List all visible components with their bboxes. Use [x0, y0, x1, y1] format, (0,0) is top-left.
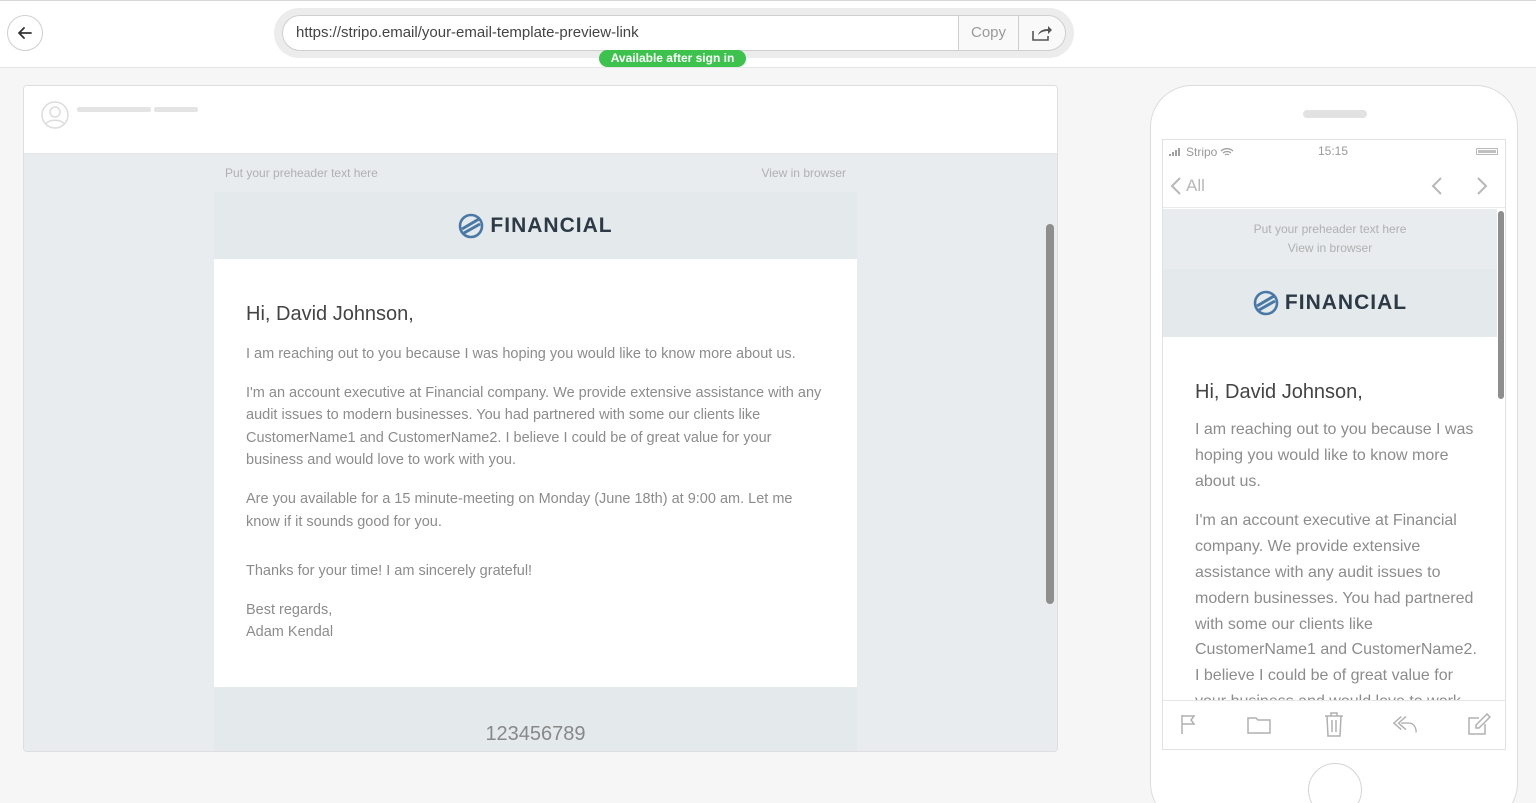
brand-name: FINANCIAL [1284, 291, 1408, 314]
mobile-email-content: Hi, David Johnson, I am reaching out to … [1163, 337, 1497, 700]
mobile-email-viewport: Put your preheader text here View in bro… [1163, 209, 1497, 700]
chevron-left-icon [1170, 177, 1181, 195]
financial-logo-icon [1253, 290, 1279, 316]
brand-logo: FINANCIAL [458, 213, 612, 239]
back-label: All [1186, 176, 1205, 195]
email-header: FINANCIAL [214, 192, 857, 259]
footer-number: 123456789 [485, 723, 586, 745]
preview-link-field[interactable]: https://stripo.email/your-email-template… [282, 15, 959, 51]
carrier-name: Stripo [1186, 145, 1218, 159]
financial-logo-icon [459, 213, 484, 238]
compose-icon [1468, 712, 1491, 735]
preheader-text: Put your preheader text here [225, 166, 378, 180]
email-viewport: Put your preheader text here View in bro… [24, 154, 1057, 751]
subject-placeholder [154, 107, 198, 112]
paragraph: I'm an account executive at Financial co… [246, 384, 822, 469]
mail-toolbar [1163, 700, 1505, 749]
email-client-header [24, 86, 1057, 154]
copy-button[interactable]: Copy [958, 15, 1019, 51]
greeting: Hi, David Johnson, [246, 303, 414, 325]
mobile-preheader: Put your preheader text here View in bro… [1163, 209, 1497, 269]
trash-button[interactable] [1321, 711, 1347, 737]
status-left: Stripo [1169, 145, 1234, 159]
mobile-preview: Stripo 15:15 All Put your preheader text… [1150, 85, 1518, 803]
wifi-icon [1220, 148, 1234, 156]
folder-button[interactable] [1246, 711, 1272, 737]
mobile-email-header: FINANCIAL [1163, 269, 1497, 337]
flag-button[interactable] [1176, 711, 1202, 737]
preheader-text: Put your preheader text here [1253, 222, 1407, 236]
battery-icon [1476, 148, 1498, 155]
preheader-row: Put your preheader text here View in bro… [225, 166, 846, 180]
back-button[interactable] [7, 15, 43, 51]
email-footer: 123456789 [214, 687, 857, 751]
mail-nav: All [1163, 166, 1505, 208]
paragraph: Thanks for your time! I am sincerely gra… [246, 563, 533, 580]
reply-icon [1392, 716, 1417, 733]
share-button[interactable] [1018, 15, 1066, 51]
status-time: 15:15 [1318, 144, 1349, 158]
paragraph: I'm an account executive at Financial co… [1195, 512, 1477, 700]
phone-screen: Stripo 15:15 All Put your preheader text… [1162, 139, 1506, 750]
phone-speaker [1303, 110, 1367, 118]
folder-icon [1247, 717, 1271, 734]
desktop-preview: Put your preheader text here View in bro… [23, 85, 1058, 752]
flag-icon [1181, 715, 1196, 734]
trash-icon [1325, 712, 1343, 737]
brand-logo: FINANCIAL [1253, 290, 1407, 316]
sign-in-badge: Available after sign in [599, 50, 746, 67]
sender-name: Adam Kendal [246, 623, 334, 640]
compose-button[interactable] [1466, 711, 1492, 737]
chevron-right-icon[interactable] [1476, 176, 1488, 196]
reply-button[interactable] [1392, 711, 1418, 737]
top-bar: https://stripo.email/your-email-template… [0, 0, 1536, 68]
paragraph: Are you available for a 15 minute-meetin… [246, 490, 793, 530]
status-bar: Stripo 15:15 [1163, 140, 1505, 162]
email-content: Hi, David Johnson, I am reaching out to … [214, 259, 857, 687]
share-icon [1032, 26, 1052, 41]
view-in-browser-link[interactable]: View in browser [762, 166, 846, 180]
signal-icon [1169, 148, 1180, 156]
paragraph: I am reaching out to you because I was h… [246, 346, 796, 362]
sign-off: Best regards, [246, 601, 333, 618]
chevron-left-icon[interactable] [1431, 176, 1443, 196]
avatar-icon [41, 101, 69, 129]
greeting: Hi, David Johnson, [1195, 381, 1363, 403]
paragraph: I am reaching out to you because I was h… [1195, 421, 1474, 490]
view-in-browser-link[interactable]: View in browser [1163, 239, 1497, 258]
phone-home-button [1308, 763, 1362, 803]
mobile-scrollbar[interactable] [1498, 211, 1504, 399]
brand-name: FINANCIAL [490, 213, 613, 237]
sender-placeholder [77, 107, 151, 112]
scrollbar[interactable] [1046, 224, 1054, 604]
arrow-left-icon [18, 27, 32, 39]
back-to-all-button[interactable]: All [1170, 176, 1205, 196]
